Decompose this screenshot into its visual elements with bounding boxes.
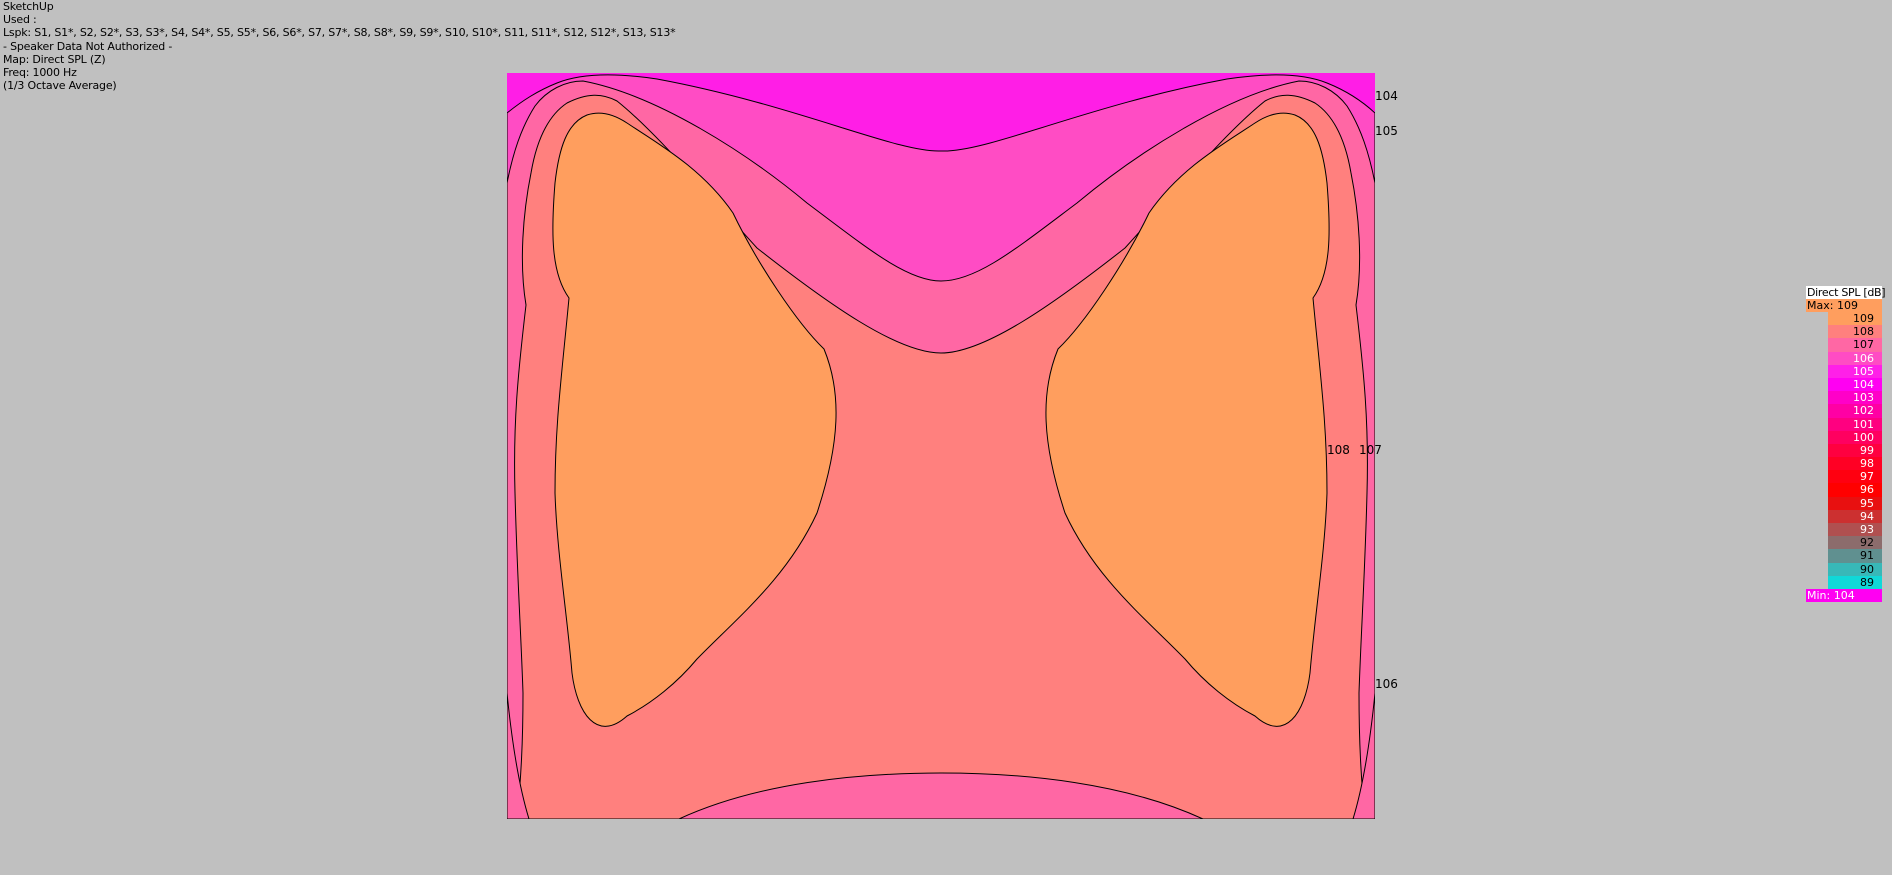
legend-swatch: 105 — [1828, 364, 1882, 378]
legend-min: Min: 104 — [1806, 588, 1882, 602]
legend-swatch: 107 — [1828, 338, 1882, 352]
legend-title: Direct SPL [dB] — [1806, 286, 1886, 299]
legend-swatch: 89 — [1828, 575, 1882, 589]
legend-swatch: 98 — [1828, 457, 1882, 471]
contour-label-104: 104 — [1375, 89, 1398, 103]
legend-swatch: 95 — [1828, 496, 1882, 510]
legend-swatch: 99 — [1828, 443, 1882, 458]
color-legend: Direct SPL [dB] Max: 109 109 108 107 106 105… — [1806, 286, 1886, 602]
legend-swatch: 106 — [1828, 351, 1882, 365]
contour-label-108: 108 — [1327, 443, 1350, 457]
legend-swatch: 94 — [1828, 509, 1882, 523]
loudspeaker-list: Lspk: S1, S1*, S2, S2*, S3, S3*, S4, S4*… — [3, 26, 676, 40]
used-label: Used : — [3, 13, 37, 27]
spl-map[interactable]: 104 105 108 107 106 — [507, 73, 1398, 819]
contour-label-105: 105 — [1375, 124, 1398, 138]
legend-swatch: 92 — [1828, 536, 1882, 550]
legend-swatch: 101 — [1828, 417, 1882, 431]
spl-map-svg — [507, 73, 1375, 819]
legend-swatch: 91 — [1828, 549, 1882, 563]
legend-max-value: 109 — [1836, 299, 1858, 312]
legend-scale: 109 108 107 106 105 104 103 102 101 100 99 98 97 96 95… — [1828, 312, 1882, 589]
legend-min-value: 104 — [1833, 588, 1855, 602]
app-name: SketchUp — [3, 0, 54, 13]
authorization-note: - Speaker Data Not Authorized - — [3, 39, 173, 53]
legend-max: Max: 109 — [1806, 299, 1882, 312]
legend-swatch: 96 — [1828, 483, 1882, 497]
contour-label-106: 106 — [1375, 677, 1398, 691]
legend-swatch: 100 — [1828, 430, 1882, 444]
legend-swatch: 103 — [1828, 391, 1882, 405]
legend-swatch: 90 — [1828, 562, 1882, 576]
legend-swatch: 108 — [1828, 325, 1882, 339]
legend-min-label: Min: — [1807, 588, 1831, 602]
legend-max-label: Max: — [1807, 299, 1834, 312]
legend-swatch: 93 — [1828, 523, 1882, 537]
legend-swatch: 104 — [1828, 377, 1882, 392]
map-type: Map: Direct SPL (Z) — [3, 52, 106, 66]
legend-swatch: 109 — [1828, 312, 1882, 326]
contour-label-107: 107 — [1359, 443, 1382, 457]
legend-swatch: 102 — [1828, 404, 1882, 418]
legend-swatch: 97 — [1828, 470, 1882, 484]
